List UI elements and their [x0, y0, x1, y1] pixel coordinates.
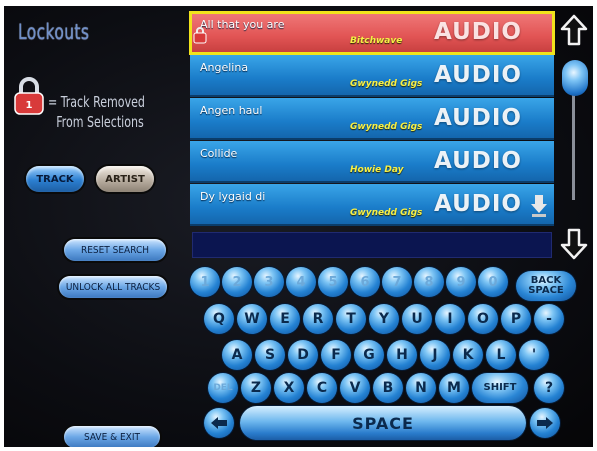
list-item[interactable]: All that you are Bitchwave AUDIO — [189, 11, 555, 55]
key-o[interactable]: O — [468, 304, 498, 334]
key-j[interactable]: J — [420, 340, 450, 370]
artist-toggle-button[interactable]: ARTIST — [96, 166, 154, 192]
key-0[interactable]: 0 — [478, 267, 508, 297]
page-title: Lockouts — [18, 20, 90, 44]
key-apostrophe[interactable]: ' — [519, 340, 549, 370]
key-hyphen[interactable]: - — [534, 304, 564, 334]
track-toggle-button[interactable]: TRACK — [26, 166, 84, 192]
key-f[interactable]: F — [321, 340, 351, 370]
key-z[interactable]: Z — [241, 373, 271, 403]
key-3[interactable]: 3 — [254, 267, 284, 297]
key-g[interactable]: G — [354, 340, 384, 370]
reset-search-button[interactable]: RESET SEARCH — [64, 239, 166, 261]
key-v[interactable]: V — [340, 373, 370, 403]
key-k[interactable]: K — [453, 340, 483, 370]
unlock-all-tracks-button[interactable]: UNLOCK ALL TRACKS — [59, 276, 167, 298]
song-title: All that you are — [200, 18, 285, 31]
media-type: AUDIO — [434, 19, 522, 45]
key-t[interactable]: T — [336, 304, 366, 334]
key-9[interactable]: 9 — [446, 267, 476, 297]
key-5[interactable]: 5 — [318, 267, 348, 297]
key-i[interactable]: I — [435, 304, 465, 334]
artist-name: Howie Day — [350, 165, 404, 175]
list-item[interactable]: Angen haul Gwynedd Gigs AUDIO — [190, 98, 554, 140]
key-8[interactable]: 8 — [414, 267, 444, 297]
song-title: Dy lygaid di — [200, 190, 266, 203]
backspace-button[interactable]: BACK SPACE — [516, 271, 576, 301]
space-button[interactable]: SPACE — [240, 406, 526, 440]
window-frame: Lockouts 1 = Track Removed From Selectio… — [0, 0, 597, 451]
artist-name: Gwynedd Gigs — [350, 208, 423, 218]
artist-name: Gwynedd Gigs — [350, 122, 423, 132]
scroll-track[interactable] — [572, 94, 575, 200]
key-7[interactable]: 7 — [382, 267, 412, 297]
song-title: Angelina — [200, 61, 249, 74]
legend-line-1: = Track Removed — [48, 93, 145, 111]
key-b[interactable]: B — [373, 373, 403, 403]
lock-icon — [193, 27, 207, 44]
key-q[interactable]: Q — [204, 304, 234, 334]
key-m[interactable]: M — [439, 373, 469, 403]
song-title: Collide — [200, 147, 238, 160]
key-c[interactable]: C — [307, 373, 337, 403]
legend-line-2: From Selections — [56, 113, 144, 131]
artist-name: Gwynedd Gigs — [350, 79, 423, 89]
list-item[interactable]: Dy lygaid di Gwynedd Gigs AUDIO — [190, 184, 554, 226]
save-exit-button[interactable]: SAVE & EXIT — [64, 426, 160, 447]
key-y[interactable]: Y — [369, 304, 399, 334]
key-del[interactable]: DEL — [208, 373, 238, 403]
search-input[interactable] — [192, 232, 552, 258]
key-r[interactable]: R — [303, 304, 333, 334]
shift-button[interactable]: SHIFT — [472, 373, 528, 403]
lock-legend: = Track Removed From Selections — [48, 92, 145, 132]
song-title: Angen haul — [200, 104, 263, 117]
cursor-left-button[interactable] — [204, 408, 234, 438]
list-item[interactable]: Angelina Gwynedd Gigs AUDIO — [190, 55, 554, 97]
key-p[interactable]: P — [501, 304, 531, 334]
key-s[interactable]: S — [255, 340, 285, 370]
key-e[interactable]: E — [270, 304, 300, 334]
scroll-up-arrow-icon[interactable] — [560, 14, 588, 46]
key-a[interactable]: A — [222, 340, 252, 370]
lock-icon: 1 — [12, 76, 46, 116]
scroll-down-arrow-icon[interactable] — [560, 228, 588, 260]
media-type: AUDIO — [434, 62, 522, 88]
media-type: AUDIO — [434, 105, 522, 131]
track-list: All that you are Bitchwave AUDIO Angelin… — [189, 11, 555, 228]
key-w[interactable]: W — [237, 304, 267, 334]
jukebox-screen: Lockouts 1 = Track Removed From Selectio… — [4, 6, 593, 447]
key-question[interactable]: ? — [534, 373, 564, 403]
key-6[interactable]: 6 — [350, 267, 380, 297]
key-d[interactable]: D — [288, 340, 318, 370]
artist-name: Bitchwave — [350, 36, 403, 46]
media-type: AUDIO — [434, 148, 522, 174]
key-1[interactable]: 1 — [190, 267, 220, 297]
download-icon — [531, 195, 547, 217]
svg-text:1: 1 — [26, 100, 33, 111]
key-4[interactable]: 4 — [286, 267, 316, 297]
arrow-left-icon — [211, 417, 227, 429]
arrow-right-icon — [537, 417, 553, 429]
key-x[interactable]: X — [274, 373, 304, 403]
list-item[interactable]: Collide Howie Day AUDIO — [190, 141, 554, 183]
scroll-thumb[interactable] — [562, 60, 588, 96]
cursor-right-button[interactable] — [530, 408, 560, 438]
key-2[interactable]: 2 — [222, 267, 252, 297]
key-l[interactable]: L — [486, 340, 516, 370]
media-type: AUDIO — [434, 191, 522, 217]
key-h[interactable]: H — [387, 340, 417, 370]
key-u[interactable]: U — [402, 304, 432, 334]
key-n[interactable]: N — [406, 373, 436, 403]
